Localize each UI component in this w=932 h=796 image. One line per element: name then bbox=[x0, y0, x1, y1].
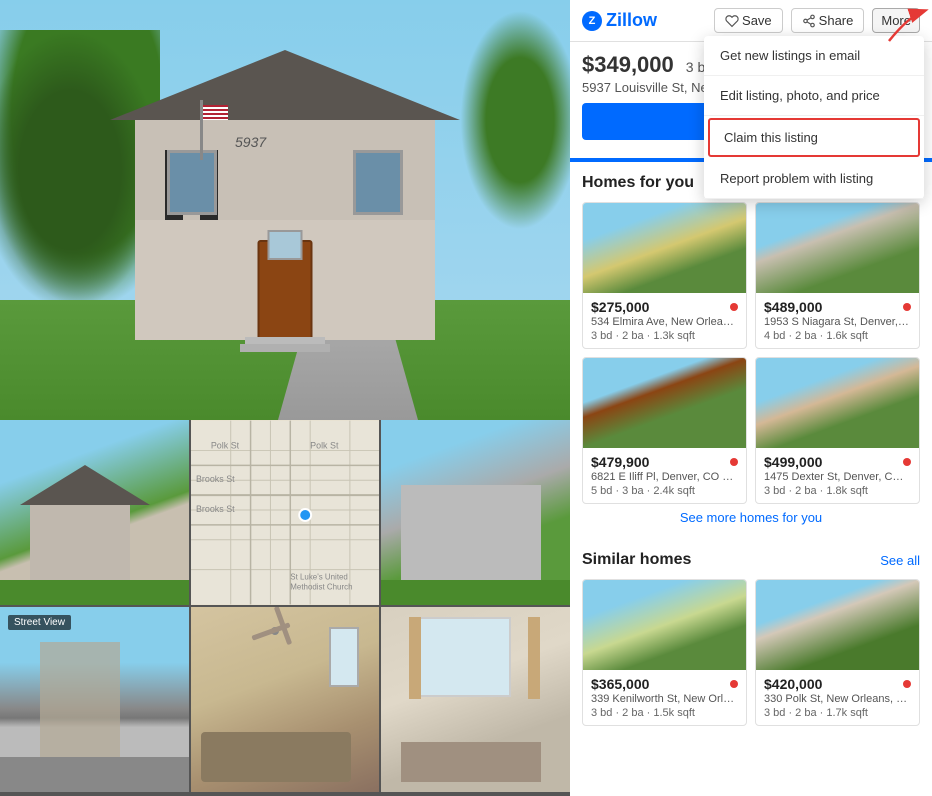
home-details-1: 3 bd · 2 ba · 1.3k sqft bbox=[591, 330, 738, 342]
main-photo[interactable]: 5937 bbox=[0, 0, 570, 420]
thumb-map[interactable]: Polk St Polk St Brooks St Brooks St St L… bbox=[191, 420, 380, 605]
svg-text:St Luke's United: St Luke's United bbox=[290, 573, 348, 582]
home-card-info-2: $489,000 1953 S Niagara St, Denver, C...… bbox=[756, 293, 919, 348]
dropdown-edit-item[interactable]: Edit listing, photo, and price bbox=[704, 76, 924, 116]
thumb-exterior-1[interactable] bbox=[0, 420, 189, 605]
street-view-badge: Street View bbox=[8, 615, 71, 630]
home-card-info-1: $275,000 534 Elmira Ave, New Orleans... … bbox=[583, 293, 746, 348]
status-dot-3 bbox=[730, 458, 738, 466]
similar-details-1: 3 bd · 2 ba · 1.5k sqft bbox=[591, 707, 738, 719]
similar-info-1: $365,000 339 Kenilworth St, New Orle... … bbox=[583, 670, 746, 725]
trees-right-decoration bbox=[460, 10, 570, 230]
zillow-icon: Z bbox=[582, 11, 602, 31]
right-panel: Z Zillow Save Share More Get n bbox=[570, 0, 932, 796]
home-address-4: 1475 Dexter St, Denver, CO ... bbox=[764, 471, 911, 483]
svg-text:Methodist Church: Methodist Church bbox=[290, 582, 352, 591]
home-card-photo-4 bbox=[756, 358, 919, 448]
similar-card-2[interactable]: $420,000 330 Polk St, New Orleans, LA...… bbox=[755, 579, 920, 726]
home-address-2: 1953 S Niagara St, Denver, C... bbox=[764, 316, 911, 328]
status-dot-2 bbox=[903, 303, 911, 311]
home-price-3: $479,900 bbox=[591, 454, 649, 470]
home-address-3: 6821 E Iliff Pl, Denver, CO 80... bbox=[591, 471, 738, 483]
share-button[interactable]: Share bbox=[791, 8, 865, 33]
home-details-3: 5 bd · 3 ba · 2.4k sqft bbox=[591, 485, 738, 497]
zillow-logo-text: Zillow bbox=[606, 10, 657, 31]
svg-text:Brooks St: Brooks St bbox=[196, 474, 235, 484]
home-card-1[interactable]: $275,000 534 Elmira Ave, New Orleans... … bbox=[582, 202, 747, 349]
home-card-3[interactable]: $479,900 6821 E Iliff Pl, Denver, CO 80.… bbox=[582, 357, 747, 504]
svg-text:Brooks St: Brooks St bbox=[196, 504, 235, 514]
thumbnail-grid: Polk St Polk St Brooks St Brooks St St L… bbox=[0, 420, 570, 796]
home-details-2: 4 bd · 2 ba · 1.6k sqft bbox=[764, 330, 911, 342]
similar-price-1: $365,000 bbox=[591, 676, 649, 692]
homes-for-you-section: Homes for you $275,000 534 Elmira Ave, N… bbox=[570, 162, 932, 539]
home-card-info-4: $499,000 1475 Dexter St, Denver, CO ... … bbox=[756, 448, 919, 503]
more-dropdown: Get new listings in email Edit listing, … bbox=[704, 36, 924, 199]
share-icon bbox=[802, 14, 816, 28]
similar-details-2: 3 bd · 2 ba · 1.7k sqft bbox=[764, 707, 911, 719]
home-card-photo-2 bbox=[756, 203, 919, 293]
similar-address-1: 339 Kenilworth St, New Orle... bbox=[591, 693, 738, 705]
home-card-2[interactable]: $489,000 1953 S Niagara St, Denver, C...… bbox=[755, 202, 920, 349]
home-card-4[interactable]: $499,000 1475 Dexter St, Denver, CO ... … bbox=[755, 357, 920, 504]
similar-photo-1 bbox=[583, 580, 746, 670]
thumb-interior-living[interactable] bbox=[191, 607, 380, 792]
see-more-homes-link[interactable]: See more homes for you bbox=[582, 504, 920, 531]
homes-for-you-title: Homes for you bbox=[582, 174, 694, 192]
home-details-4: 3 bd · 2 ba · 1.8k sqft bbox=[764, 485, 911, 497]
status-dot-1 bbox=[730, 303, 738, 311]
dropdown-claim-item[interactable]: Claim this listing bbox=[708, 118, 920, 157]
similar-photo-2 bbox=[756, 580, 919, 670]
home-card-info-3: $479,900 6821 E Iliff Pl, Denver, CO 80.… bbox=[583, 448, 746, 503]
home-price-2: $489,000 bbox=[764, 299, 822, 315]
svg-text:Polk St: Polk St bbox=[310, 440, 339, 450]
listing-price: $349,000 bbox=[582, 52, 674, 78]
similar-info-2: $420,000 330 Polk St, New Orleans, LA...… bbox=[756, 670, 919, 725]
svg-text:Polk St: Polk St bbox=[211, 440, 240, 450]
similar-price-2: $420,000 bbox=[764, 676, 822, 692]
home-card-photo-3 bbox=[583, 358, 746, 448]
similar-homes-header: Similar homes See all bbox=[582, 551, 920, 569]
save-button[interactable]: Save bbox=[714, 8, 783, 33]
left-panel: 5937 bbox=[0, 0, 570, 796]
home-price-4: $499,000 bbox=[764, 454, 822, 470]
similar-dot-1 bbox=[730, 680, 738, 688]
thumb-exterior-2[interactable] bbox=[381, 420, 570, 605]
home-address-1: 534 Elmira Ave, New Orleans... bbox=[591, 316, 738, 328]
see-all-link[interactable]: See all bbox=[880, 553, 920, 568]
home-card-photo-1 bbox=[583, 203, 746, 293]
similar-homes-title: Similar homes bbox=[582, 551, 691, 569]
heart-icon bbox=[725, 14, 739, 28]
dropdown-report-item[interactable]: Report problem with listing bbox=[704, 159, 924, 199]
thumb-street-view[interactable]: Street View bbox=[0, 607, 189, 792]
similar-address-2: 330 Polk St, New Orleans, LA... bbox=[764, 693, 911, 705]
arrow-indicator bbox=[879, 6, 929, 46]
homes-for-you-grid: $275,000 534 Elmira Ave, New Orleans... … bbox=[582, 202, 920, 504]
flag bbox=[200, 100, 203, 160]
similar-card-1[interactable]: $365,000 339 Kenilworth St, New Orle... … bbox=[582, 579, 747, 726]
similar-homes-grid: $365,000 339 Kenilworth St, New Orle... … bbox=[582, 579, 920, 726]
thumb-interior-kitchen[interactable] bbox=[381, 607, 570, 792]
similar-homes-section: Similar homes See all $365,000 339 Kenil… bbox=[570, 539, 932, 734]
zillow-logo: Z Zillow bbox=[582, 10, 657, 31]
home-price-1: $275,000 bbox=[591, 299, 649, 315]
status-dot-4 bbox=[903, 458, 911, 466]
similar-dot-2 bbox=[903, 680, 911, 688]
